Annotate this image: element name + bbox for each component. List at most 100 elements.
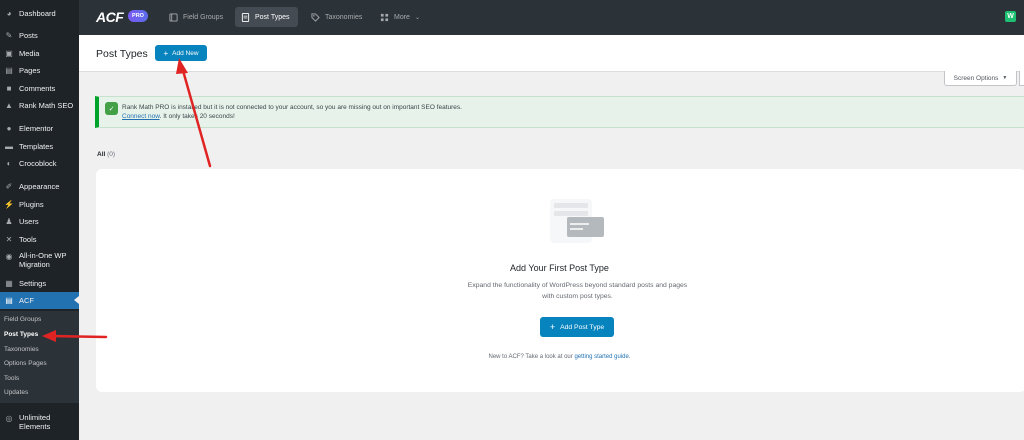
screen-options-button[interactable]: Screen Options ▼ <box>944 71 1017 86</box>
submenu-item-field-groups[interactable]: Field Groups <box>4 316 41 323</box>
getting-started-prefix: New to ACF? Take a look at our <box>488 354 573 360</box>
submenu-item-updates[interactable]: Updates <box>4 389 28 396</box>
sidebar-item-label-line2: Migration <box>19 260 50 269</box>
empty-state-description: Expand the functionality of WordPress be… <box>467 282 688 300</box>
tag-icon <box>311 12 320 22</box>
user-icon: ♟ <box>5 216 13 226</box>
tab-label: Field Groups <box>183 13 224 21</box>
submenu-item-tools[interactable]: Tools <box>4 375 19 382</box>
tab-field-groups[interactable]: Field Groups <box>163 7 229 27</box>
tab-taxonomies[interactable]: Taxonomies <box>305 7 368 27</box>
dashboard-icon: ◕ <box>6 8 12 18</box>
wrench-icon: ✕ <box>5 234 13 244</box>
settings-icon: ▦ <box>5 278 13 288</box>
rank-math-icon: ▲ <box>5 100 13 110</box>
acf-icon: ▤ <box>5 296 13 305</box>
sidebar-item-label: All-in-One WP <box>19 251 67 260</box>
notice-text-rest: . It only takes 20 seconds! <box>159 113 235 120</box>
sidebar-item-settings[interactable]: ▦ Settings <box>0 277 79 289</box>
caret-down-icon: ▼ <box>1002 75 1008 81</box>
submenu-item-post-types[interactable]: Post Types <box>4 331 38 338</box>
sidebar-item-label: Elementor <box>19 123 54 133</box>
add-new-label: Add New <box>172 49 199 57</box>
rank-math-notice: ✓ Rank Math PRO is installed but it is n… <box>95 96 1024 128</box>
crocoblock-icon: ◐ <box>6 158 12 168</box>
sidebar-item-elementor[interactable]: ● Elementor <box>0 122 79 134</box>
sidebar-item-rank-math-seo[interactable]: ▲ Rank Math SEO <box>0 99 79 111</box>
tab-label: More <box>394 13 410 21</box>
filter-count: (0) <box>107 151 116 158</box>
sidebar-item-pages[interactable]: ▤ Pages <box>0 64 79 76</box>
add-post-type-button[interactable]: + Add Post Type <box>540 317 614 337</box>
getting-started-end: . <box>628 354 631 360</box>
wp-engine-icon[interactable]: W <box>1005 11 1016 22</box>
sidebar-item-posts[interactable]: ✎ Posts <box>0 29 79 41</box>
submenu-item-options-pages[interactable]: Options Pages <box>4 360 47 367</box>
connect-now-link[interactable]: Connect now <box>122 113 160 120</box>
add-post-type-label: Add Post Type <box>560 323 605 331</box>
page-header: Post Types + Add New <box>79 35 1024 72</box>
filter-all[interactable]: All <box>97 151 105 158</box>
sidebar-item-label: Pages <box>19 65 41 75</box>
more-icon <box>380 13 389 22</box>
sidebar-item-media[interactable]: ▣ Media <box>0 47 79 59</box>
sidebar-item-label: Plugins <box>19 199 44 209</box>
screen-options-label: Screen Options <box>953 74 999 82</box>
pro-badge: PRO <box>128 10 148 22</box>
sidebar-item-label: Templates <box>19 141 54 151</box>
post-types-icon <box>241 12 250 22</box>
help-tab[interactable] <box>1019 71 1024 86</box>
tab-more[interactable]: More ⌄ <box>374 7 426 27</box>
getting-started-link[interactable]: getting started guide <box>574 354 628 360</box>
sidebar-item-acf[interactable]: ▤ ACF <box>0 292 79 309</box>
tab-label: Taxonomies <box>325 13 363 21</box>
sidebar-item-appearance[interactable]: ✐ Appearance <box>0 180 79 192</box>
sidebar-item-label: Crocoblock <box>19 158 57 168</box>
field-groups-icon <box>169 12 178 22</box>
sidebar-item-label: ACF <box>19 296 34 305</box>
sidebar-item-label: Posts <box>19 30 38 40</box>
sidebar-item-label: Settings <box>19 278 47 288</box>
sidebar-item-templates[interactable]: ▬ Templates <box>0 140 79 152</box>
add-new-button[interactable]: + Add New <box>155 45 207 61</box>
sidebar-item-label-group: Unlimited Elements <box>19 413 50 431</box>
rank-math-notice-icon: ✓ <box>105 102 118 115</box>
pages-icon: ▤ <box>5 65 13 75</box>
sidebar-item-unlimited-elements[interactable]: ◎ Unlimited Elements <box>0 413 79 433</box>
pin-icon: ✎ <box>5 30 13 40</box>
folder-icon: ▬ <box>5 141 13 151</box>
sidebar-item-label: Dashboard <box>19 8 56 18</box>
sidebar-item-label: Rank Math SEO <box>19 100 74 110</box>
admin-sidebar: ◕ Dashboard ✎ Posts ▣ Media ▤ Pages ■ Co… <box>0 0 79 440</box>
sidebar-item-tools[interactable]: ✕ Tools <box>0 233 79 245</box>
sidebar-item-crocoblock[interactable]: ◐ Crocoblock <box>0 157 79 169</box>
sidebar-item-label-group: All-in-One WP Migration <box>19 251 67 269</box>
acf-top-bar: ACF PRO Field Groups Post Types Taxonomi… <box>79 0 1024 35</box>
empty-state-title: Add Your First Post Type <box>510 263 609 273</box>
sidebar-item-label: Media <box>19 48 40 58</box>
media-icon: ▣ <box>5 48 13 58</box>
plus-icon: + <box>163 48 169 58</box>
submenu-item-taxonomies[interactable]: Taxonomies <box>4 346 39 353</box>
plugin-icon: ⚡ <box>4 199 14 209</box>
sidebar-item-comments[interactable]: ■ Comments <box>0 82 79 94</box>
sidebar-item-plugins[interactable]: ⚡ Plugins <box>0 198 79 210</box>
sidebar-item-all-in-one-wp-migration[interactable]: ◉ All-in-One WP Migration <box>0 251 79 271</box>
sidebar-item-dashboard[interactable]: ◕ Dashboard <box>0 7 79 19</box>
unlimited-elements-icon: ◎ <box>5 413 13 423</box>
brush-icon: ✐ <box>5 181 13 191</box>
notice-text-line2: Connect now. It only takes 20 seconds! <box>122 113 235 120</box>
notice-text: Rank Math PRO is installed but it is not… <box>122 104 462 111</box>
sidebar-item-label: Unlimited <box>19 413 51 422</box>
status-filter[interactable]: All (0) <box>97 151 115 158</box>
acf-submenu: Field Groups Post Types Taxonomies Optio… <box>0 311 79 403</box>
sidebar-item-label: Appearance <box>19 181 60 191</box>
migration-icon: ◉ <box>5 251 13 261</box>
acf-logo[interactable]: ACF <box>96 9 124 25</box>
plus-icon: + <box>549 322 556 332</box>
getting-started-text: New to ACF? Take a look at our getting s… <box>96 354 1024 360</box>
sidebar-item-label: Comments <box>19 83 56 93</box>
tab-post-types[interactable]: Post Types <box>235 7 298 27</box>
sidebar-item-users[interactable]: ♟ Users <box>0 215 79 227</box>
sidebar-item-label-line2: Elements <box>19 422 51 431</box>
